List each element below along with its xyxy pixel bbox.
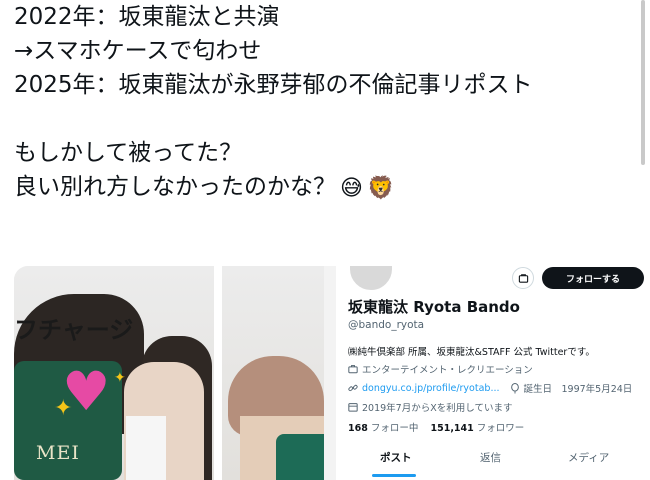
profile-bio: ㈱純牛倶楽部 所属、坂東龍汰&STAFF 公式 Twitterです。 bbox=[348, 347, 595, 358]
post-blank-line bbox=[14, 102, 614, 136]
profile-website-link[interactable]: dongyu.co.jp/profile/ryotab... bbox=[362, 383, 500, 394]
link-icon bbox=[348, 384, 358, 392]
tab-media[interactable]: メディア bbox=[568, 450, 609, 465]
phone-case-text: MEI bbox=[36, 442, 80, 464]
post-line-3: 2025年：坂東龍汰が永野芽郁の不倫記事リポスト bbox=[14, 72, 533, 98]
message-icon bbox=[518, 273, 528, 283]
calendar-icon bbox=[348, 403, 358, 412]
following-link[interactable]: 168 フォロー中 bbox=[348, 423, 418, 434]
face-mask bbox=[126, 416, 166, 480]
followers-count: 151,141 bbox=[430, 423, 474, 434]
tab-posts[interactable]: ポスト bbox=[380, 450, 412, 465]
screenshot-photo: MEI フチャージ ♥ ✦ ✦ bbox=[14, 266, 324, 480]
sweat-smile-emoji: 😅 bbox=[340, 176, 363, 201]
profile-handle: @bando_ryota bbox=[348, 319, 425, 331]
store-sign-text: フチャージ bbox=[14, 316, 134, 344]
following-label: フォロー中 bbox=[370, 423, 419, 434]
followers-link[interactable]: 151,141 フォロワー bbox=[430, 423, 524, 434]
post-line-1: 2022年：坂東龍汰と共演 bbox=[14, 4, 280, 30]
profile-link-row: dongyu.co.jp/profile/ryotab... 誕生日 1997年… bbox=[348, 381, 632, 395]
scrollbar[interactable] bbox=[641, 0, 645, 165]
profile-birthday-item: 誕生日 1997年5月24日 bbox=[510, 381, 633, 395]
embedded-image-card[interactable]: MEI フチャージ ♥ ✦ ✦ フォローする 坂東龍汰 Ryota Bando … bbox=[14, 266, 650, 480]
profile-category: エンターテイメント・レクリエーション bbox=[362, 365, 533, 376]
active-tab-indicator bbox=[372, 474, 416, 477]
balloon-icon bbox=[510, 382, 519, 393]
phone-case-green-2 bbox=[276, 434, 324, 480]
sparkle-emoji: ✦ bbox=[54, 396, 73, 421]
avatar[interactable] bbox=[348, 266, 394, 292]
followers-label: フォロワー bbox=[476, 423, 525, 434]
following-count: 168 bbox=[348, 423, 368, 434]
post-line-2: →スマホケースで匂わせ bbox=[14, 38, 262, 64]
profile-category-row: エンターテイメント・レクリエーション bbox=[348, 362, 533, 376]
message-button[interactable] bbox=[512, 267, 534, 289]
profile-tabs: ポスト 返信 メディア bbox=[336, 442, 650, 480]
post-line-5: 良い別れ方しなかったのかな？ bbox=[14, 174, 336, 200]
profile-joined-row: 2019年7月からXを利用しています bbox=[348, 400, 512, 414]
briefcase-icon bbox=[348, 365, 358, 374]
profile-joined: 2019年7月からXを利用しています bbox=[362, 403, 513, 414]
follow-button[interactable]: フォローする bbox=[542, 267, 644, 289]
profile-birthday: 誕生日 1997年5月24日 bbox=[523, 384, 633, 395]
post-line-4: もしかして被ってた？ bbox=[14, 140, 243, 166]
lion-emoji: 🦁 bbox=[366, 176, 395, 201]
profile-screenshot: フォローする 坂東龍汰 Ryota Bando @bando_ryota ㈱純牛… bbox=[336, 266, 650, 480]
profile-counts: 168 フォロー中 151,141 フォロワー bbox=[348, 420, 524, 434]
sparkle-emoji-small: ✦ bbox=[114, 370, 126, 386]
profile-display-name: 坂東龍汰 Ryota Bando bbox=[348, 298, 520, 316]
tab-replies[interactable]: 返信 bbox=[480, 450, 501, 465]
post-text: 2022年：坂東龍汰と共演 →スマホケースで匂わせ 2025年：坂東龍汰が永野芽… bbox=[14, 0, 614, 204]
post-line-5-row: 良い別れ方しなかったのかな？ 😅 🦁 bbox=[14, 170, 614, 204]
collage-divider bbox=[214, 266, 222, 480]
